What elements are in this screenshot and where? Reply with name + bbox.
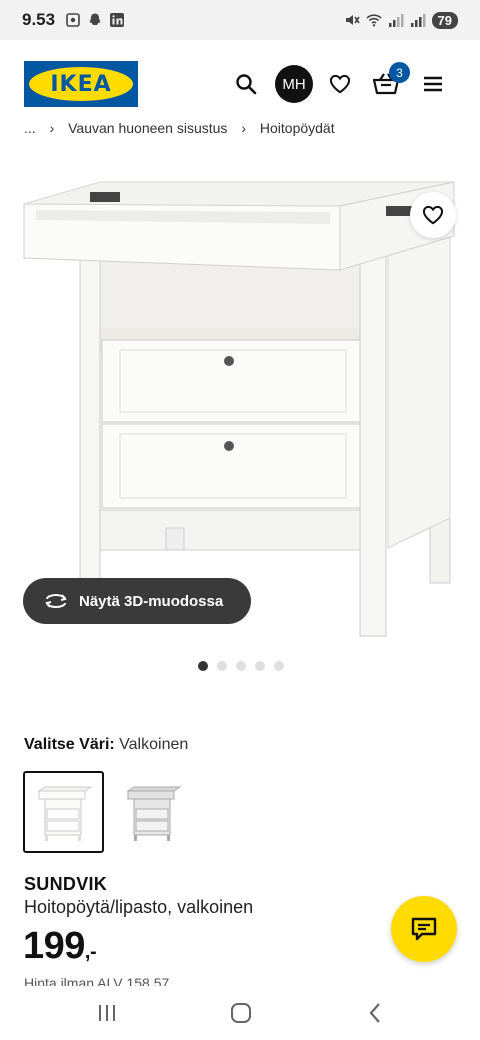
carousel-dot[interactable] bbox=[274, 661, 284, 671]
battery-level: 79 bbox=[431, 11, 458, 29]
color-select-label: Valitse Väri: Valkoinen bbox=[24, 736, 188, 754]
site-header: IKEA MH 3 bbox=[0, 40, 480, 128]
product-name: SUNDVIK bbox=[24, 874, 108, 894]
price-suffix: ,- bbox=[84, 941, 97, 963]
color-select-value: Valkoinen bbox=[119, 736, 189, 753]
mute-icon bbox=[345, 15, 360, 25]
carousel-dot[interactable] bbox=[198, 661, 208, 671]
breadcrumb-item[interactable]: Hoitopöydät bbox=[260, 120, 335, 136]
breadcrumb: ... › Vauvan huoneen sisustus › Hoitopöy… bbox=[24, 118, 345, 138]
wifi-icon bbox=[365, 14, 382, 27]
back-button[interactable] bbox=[360, 998, 390, 1028]
linkedin-icon bbox=[110, 13, 125, 27]
white-variant-thumbnail bbox=[36, 786, 93, 841]
color-option-white[interactable] bbox=[23, 771, 104, 853]
recent-apps-icon bbox=[99, 1005, 115, 1021]
ikea-logo[interactable]: IKEA bbox=[24, 61, 138, 107]
back-icon bbox=[369, 1003, 380, 1023]
favourites-button[interactable] bbox=[320, 64, 360, 104]
heart-icon bbox=[422, 205, 444, 225]
breadcrumb-separator: › bbox=[241, 120, 246, 136]
breadcrumb-separator: › bbox=[49, 120, 55, 136]
account-avatar[interactable]: MH bbox=[275, 65, 313, 103]
breadcrumb-item[interactable]: Vauvan huoneen sisustus bbox=[68, 120, 227, 136]
price-excl-vat: Hinta ilman ALV 158,57 bbox=[24, 974, 169, 986]
home-button[interactable] bbox=[226, 998, 256, 1028]
screenshot-icon bbox=[66, 13, 80, 27]
hamburger-menu-icon bbox=[424, 76, 442, 92]
menu-button[interactable] bbox=[413, 64, 453, 104]
price-note-text: Hinta ilman ALV 158,57 bbox=[24, 975, 170, 986]
search-button[interactable] bbox=[226, 64, 266, 104]
system-navigation-bar bbox=[0, 986, 480, 1040]
view-3d-label: Näytä 3D-muodossa bbox=[79, 592, 224, 610]
status-time: 9.53 bbox=[22, 10, 56, 29]
signal-icon-2 bbox=[410, 14, 426, 27]
chat-icon bbox=[411, 917, 437, 941]
carousel-dot[interactable] bbox=[236, 661, 246, 671]
carousel-indicator bbox=[198, 661, 284, 671]
search-icon bbox=[236, 74, 257, 95]
product-price: 199,- bbox=[23, 925, 97, 968]
signal-icon bbox=[388, 14, 404, 27]
cart-count-badge: 3 bbox=[389, 62, 410, 83]
add-to-favourites-button[interactable] bbox=[410, 192, 456, 238]
color-option-grey[interactable] bbox=[112, 771, 193, 853]
status-bar: 9.53 79 bbox=[0, 0, 480, 40]
grey-variant-thumbnail bbox=[125, 786, 182, 841]
price-value: 199 bbox=[23, 925, 85, 967]
color-select-title: Valitse Väri: bbox=[24, 736, 115, 753]
logo-text: IKEA bbox=[50, 71, 112, 97]
product-description: Hoitopöytä/lipasto, valkoinen bbox=[24, 897, 254, 917]
snapchat-icon bbox=[89, 13, 101, 25]
home-icon bbox=[231, 1003, 251, 1023]
recent-apps-button[interactable] bbox=[92, 998, 122, 1028]
view-3d-button[interactable]: Näytä 3D-muodossa bbox=[23, 578, 251, 624]
rotate-3d-icon bbox=[45, 594, 67, 608]
heart-icon bbox=[329, 74, 351, 94]
chat-button[interactable] bbox=[391, 896, 457, 962]
breadcrumb-item[interactable]: ... bbox=[24, 120, 36, 136]
carousel-dot[interactable] bbox=[255, 661, 265, 671]
carousel-dot[interactable] bbox=[217, 661, 227, 671]
